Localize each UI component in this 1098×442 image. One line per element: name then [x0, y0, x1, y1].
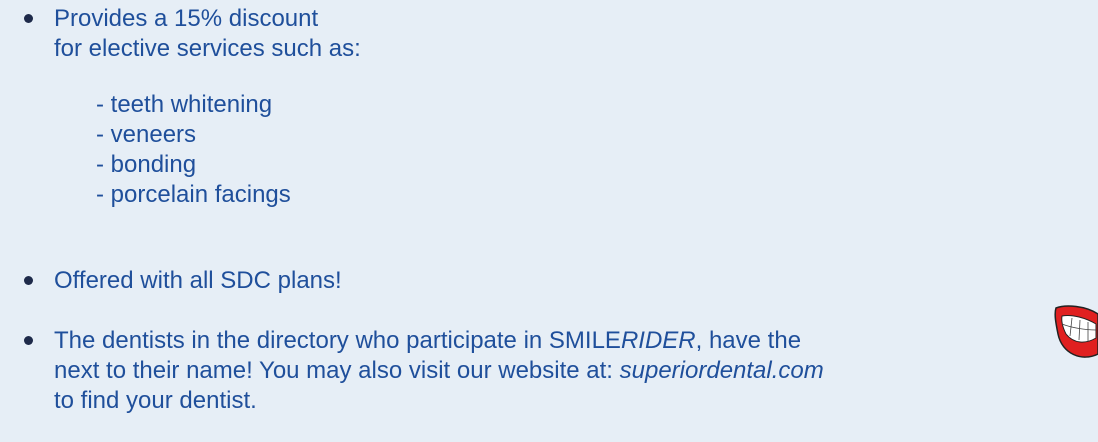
dentists-line-2: next to their name! You may also visit o…	[54, 356, 824, 386]
bullet-dot	[24, 276, 33, 285]
bullet-dentists: The dentists in the directory who partic…	[24, 318, 1094, 418]
website-text: next to their name! You may also visit o…	[54, 357, 620, 384]
slide: Provides a 15% discount for elective ser…	[0, 0, 1098, 442]
dentists-text-b: , have the	[695, 327, 802, 354]
website-link: superiordental.com	[619, 357, 824, 384]
smile-icon	[1054, 305, 1098, 358]
service-item: - teeth whitening	[96, 91, 273, 118]
bullet-dot	[24, 336, 33, 345]
discount-line-2: for elective services such as:	[54, 35, 361, 62]
dentists-text-a: The dentists in the directory who partic…	[54, 327, 621, 354]
service-item: - porcelain facings	[96, 181, 291, 208]
smilerider-italic: RIDER	[620, 327, 696, 354]
service-item: - bonding	[96, 151, 197, 178]
discount-line-1: Provides a 15% discount	[54, 5, 319, 32]
dentists-line-3: to find your dentist.	[54, 387, 257, 414]
bullet-discount: Provides a 15% discount for elective ser…	[24, 0, 1024, 64]
service-item: - veneers	[96, 121, 197, 148]
bullet-plans: Offered with all SDC plans!	[24, 262, 624, 296]
plans-text: Offered with all SDC plans!	[54, 267, 342, 294]
dentists-line-1: The dentists in the directory who partic…	[54, 326, 801, 356]
bullet-dot	[24, 14, 33, 23]
